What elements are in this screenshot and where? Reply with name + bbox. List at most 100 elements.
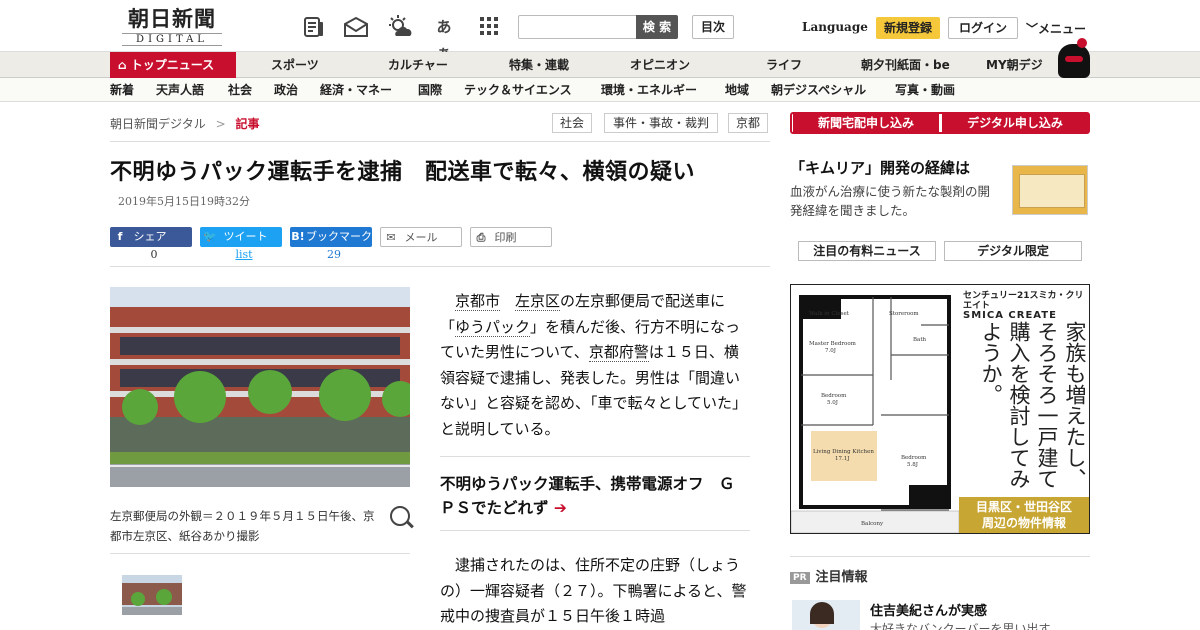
nav-label: トップニュース bbox=[130, 58, 215, 72]
pr-item-image[interactable] bbox=[792, 600, 860, 630]
related-article-link[interactable]: 不明ゆうパック運転手、携帯電源オフ ＧＰＳでたどれず ➔ bbox=[440, 472, 740, 520]
nav-life[interactable]: ライフ bbox=[766, 52, 802, 78]
svg-text:Bedroom: Bedroom bbox=[821, 393, 847, 399]
tag-society[interactable]: 社会 bbox=[552, 113, 592, 133]
twitter-icon: 🐦 bbox=[203, 230, 217, 243]
link-sakyo-ward[interactable]: 左京区 bbox=[515, 292, 561, 311]
nav-sports[interactable]: スポーツ bbox=[271, 52, 319, 78]
nav2-tech-science[interactable]: テック＆サイエンス bbox=[464, 78, 572, 102]
site-logo[interactable]: 朝日新聞 DIGITAL bbox=[116, 7, 228, 46]
article-date: 2019年5月15日19時32分 bbox=[118, 195, 250, 208]
nav2-economy[interactable]: 経済・マネー bbox=[320, 78, 392, 102]
nav-culture[interactable]: カルチャー bbox=[388, 52, 448, 78]
article-photo[interactable] bbox=[110, 287, 410, 487]
newspaper-icon[interactable] bbox=[301, 14, 327, 40]
promo-title[interactable]: 「キムリア」開発の経緯は bbox=[790, 157, 970, 178]
index-button[interactable]: 目次 bbox=[692, 15, 734, 39]
search-input[interactable] bbox=[518, 15, 638, 39]
svg-text:Bath: Bath bbox=[913, 337, 927, 343]
pr-item-title[interactable]: 住吉美紀さんが実感 bbox=[870, 600, 987, 619]
link-yu-pack[interactable]: ゆうパック bbox=[455, 317, 531, 337]
zoom-icon[interactable] bbox=[390, 506, 410, 526]
facebook-share-button[interactable]: f シェア bbox=[110, 227, 192, 247]
weather-icon[interactable] bbox=[386, 14, 412, 40]
nav2-latest[interactable]: 新着 bbox=[110, 78, 134, 102]
subscribe-delivery-button[interactable]: 新聞宅配申し込み bbox=[793, 114, 939, 132]
facebook-icon: f bbox=[117, 230, 123, 243]
ad-area-bar: 目黒区・世田谷区 周辺の物件情報 bbox=[959, 497, 1089, 533]
nav2-politics[interactable]: 政治 bbox=[274, 78, 298, 102]
language-link[interactable]: Language bbox=[802, 20, 868, 34]
nav-top-news[interactable]: ⌂ トップニュース bbox=[110, 52, 236, 78]
photo-caption: 左京郵便局の外観＝２０１９年５月１５日午後、京都市左京区、紙谷あかり撮影 bbox=[110, 509, 375, 543]
arrow-right-icon: ➔ bbox=[553, 499, 567, 517]
nav2-international[interactable]: 国際 bbox=[418, 78, 442, 102]
tab-digital-only[interactable]: デジタル限定 bbox=[944, 241, 1082, 261]
photo-thumbnail[interactable] bbox=[122, 575, 182, 615]
hatena-icon: B! bbox=[291, 230, 305, 243]
bookmark-label: ブックマーク bbox=[306, 230, 372, 243]
svg-text:5.8J: 5.8J bbox=[907, 462, 918, 468]
tag-kyoto[interactable]: 京都 bbox=[728, 113, 768, 133]
login-button[interactable]: ログイン bbox=[948, 17, 1018, 39]
nav2-society[interactable]: 社会 bbox=[228, 78, 252, 102]
svg-text:Storeroom: Storeroom bbox=[889, 311, 919, 317]
mail-button[interactable]: ✉ メール bbox=[380, 227, 462, 247]
mascot-icon[interactable] bbox=[1058, 38, 1090, 78]
svg-text:7.0J: 7.0J bbox=[825, 348, 836, 354]
nav-opinion[interactable]: オピニオン bbox=[630, 52, 690, 78]
promo-image[interactable] bbox=[1012, 165, 1088, 215]
secondary-nav: 新着 天声人語 社会 政治 経済・マネー 国際 テック＆サイエンス 環境・エネル… bbox=[0, 78, 1200, 102]
related-title: 不明ゆうパック運転手、携帯電源オフ ＧＰＳでたどれず bbox=[440, 475, 735, 517]
search-button[interactable]: 検 索 bbox=[636, 15, 678, 39]
divider bbox=[110, 266, 770, 267]
article-body-continued: 逮捕されたのは、住所不定の庄野（しょうの）一輝容疑者（２７）。下鴨署によると、警… bbox=[440, 556, 747, 625]
tweet-button[interactable]: 🐦 ツイート bbox=[200, 227, 282, 247]
subscribe-buttons: 新聞宅配申し込み デジタル申し込み bbox=[790, 112, 1090, 134]
link-kyoto-police[interactable]: 京都府警 bbox=[588, 343, 649, 362]
print-label: 印刷 bbox=[494, 231, 517, 244]
ad-copy: 家族も増えたし、そろそろ一戸建て購入を検討してみようか。 bbox=[979, 321, 1087, 489]
ad-brand: センチュリー21スミカ・クリエイト SMICA CREATE bbox=[963, 291, 1087, 321]
tweet-label: ツイート bbox=[223, 230, 268, 243]
hatena-bookmark-button[interactable]: B!ブックマーク bbox=[290, 227, 372, 247]
site-header: 朝日新聞 DIGITAL あぁ 検 索 目次 Language 新規登録 ログイ… bbox=[0, 0, 1200, 62]
divider bbox=[440, 456, 750, 457]
nav-newspaper[interactable]: 朝夕刊紙面・be bbox=[861, 52, 950, 78]
svg-text:5.0J: 5.0J bbox=[827, 400, 838, 406]
pr-item-desc: 大好きなバンクーバーを思い出す bbox=[870, 622, 1051, 630]
subscribe-digital-button[interactable]: デジタル申し込み bbox=[942, 114, 1088, 132]
nav2-tenseijingo[interactable]: 天声人語 bbox=[156, 78, 204, 102]
breadcrumb-home[interactable]: 朝日新聞デジタル bbox=[110, 117, 206, 131]
mail-open-icon[interactable] bbox=[342, 14, 368, 40]
grid-icon[interactable] bbox=[476, 14, 502, 40]
nav-features[interactable]: 特集・連載 bbox=[509, 52, 569, 78]
register-button[interactable]: 新規登録 bbox=[876, 17, 940, 39]
nav2-photo-video[interactable]: 写真・動画 bbox=[895, 78, 955, 102]
menu-button[interactable]: ﹀メニュー bbox=[1026, 20, 1086, 37]
chevron-down-icon: ﹀ bbox=[1026, 22, 1039, 36]
tag-incidents[interactable]: 事件・事故・裁判 bbox=[604, 113, 718, 133]
kana-icon[interactable]: あぁ bbox=[431, 14, 457, 62]
divider bbox=[440, 530, 750, 531]
article-title: 不明ゆうパック運転手を逮捕 配送車で転々、横領の疑い bbox=[110, 160, 696, 185]
ad-brand-en: SMICA CREATE bbox=[963, 310, 1057, 321]
link-kyoto-city[interactable]: 京都市 bbox=[455, 292, 501, 311]
mail-icon: ✉ bbox=[386, 231, 396, 244]
ad-brand-jp: センチュリー21スミカ・クリエイト bbox=[963, 291, 1084, 311]
advertisement-banner[interactable]: Master Bedroom 7.0J Bedroom 5.0J Living Di… bbox=[790, 284, 1090, 534]
hatena-count: 29 bbox=[327, 248, 341, 261]
pr-badge: PR bbox=[790, 571, 810, 584]
nav2-special[interactable]: 朝デジスペシャル bbox=[771, 78, 866, 102]
svg-text:Walk in Closet: Walk in Closet bbox=[809, 311, 850, 317]
floor-plan-image: Master Bedroom 7.0J Bedroom 5.0J Living Di… bbox=[791, 285, 960, 533]
tab-paid-news[interactable]: 注目の有料ニュース bbox=[798, 241, 936, 261]
print-button[interactable]: ⎙ 印刷 bbox=[470, 227, 552, 247]
nav2-environment[interactable]: 環境・エネルギー bbox=[601, 78, 697, 102]
pr-section-title: 注目情報 bbox=[815, 570, 868, 585]
svg-text:17.1J: 17.1J bbox=[835, 456, 849, 462]
nav-my-asadigi[interactable]: MY朝デジ bbox=[986, 52, 1043, 78]
tweet-list-link[interactable]: list bbox=[200, 248, 288, 261]
nav2-region[interactable]: 地域 bbox=[725, 78, 749, 102]
print-icon: ⎙ bbox=[476, 231, 486, 244]
